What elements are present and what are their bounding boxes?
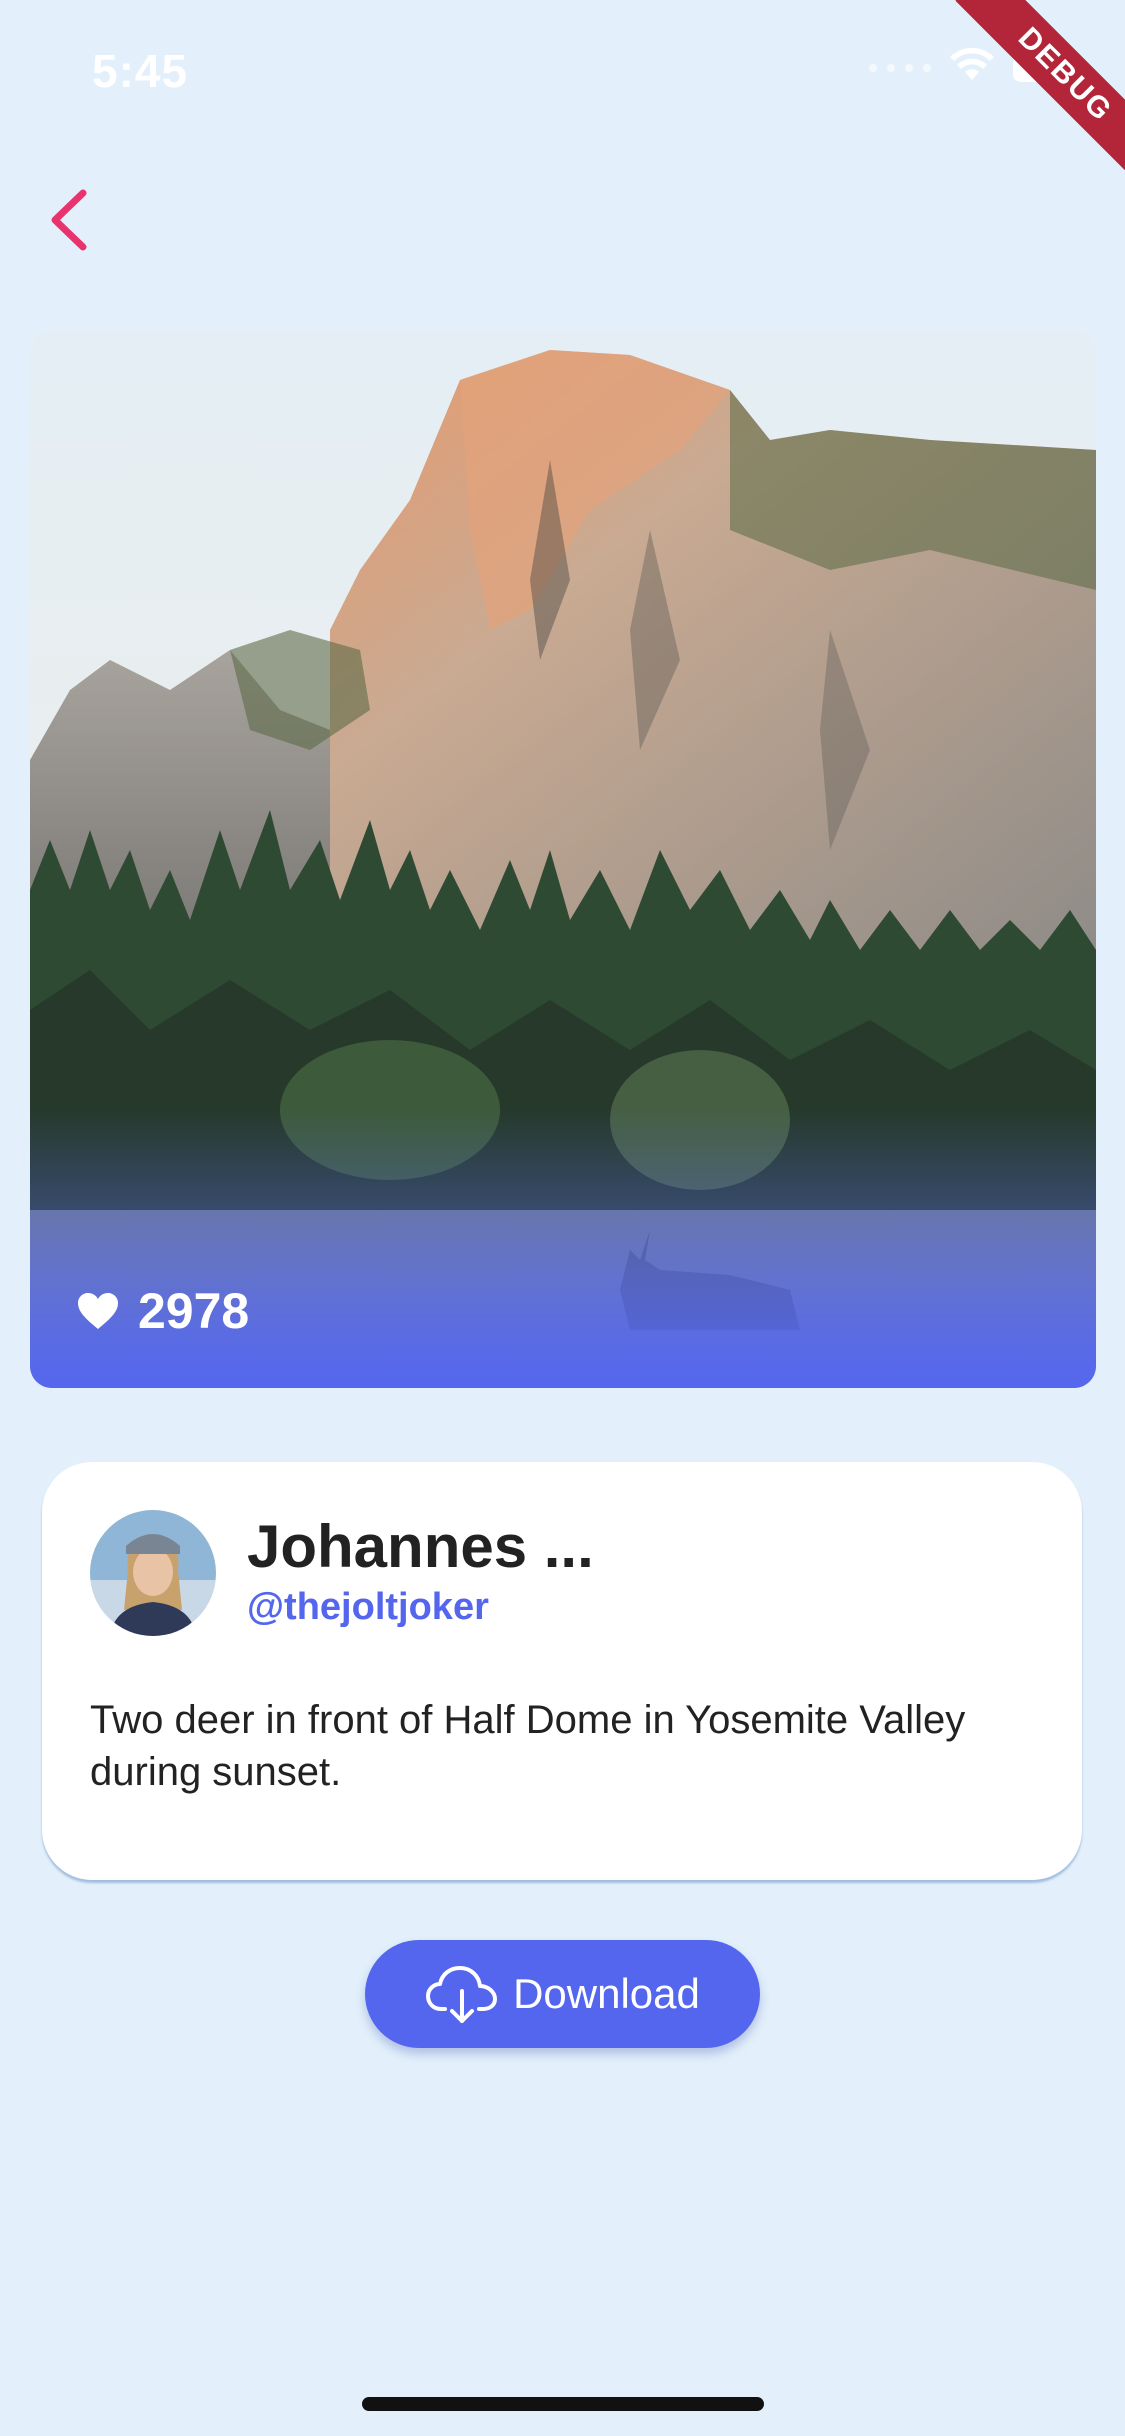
photo-overlay (30, 1108, 1096, 1388)
status-icons (869, 47, 1078, 87)
photo-card[interactable]: 2978 (30, 330, 1096, 1388)
signal-icon (869, 63, 931, 72)
photo-description: Two deer in front of Half Dome in Yosemi… (90, 1698, 966, 1794)
likes-count: 2978 (138, 1283, 250, 1339)
chevron-left-icon (51, 189, 87, 251)
author-handle[interactable]: @thejoltjoker (247, 1586, 489, 1629)
wifi-icon (949, 47, 995, 87)
battery-icon (1013, 53, 1078, 82)
likes[interactable]: 2978 (76, 1282, 249, 1340)
cloud-download-icon (426, 1966, 498, 2023)
author-avatar-image (90, 1510, 216, 1636)
heart-icon (78, 1293, 118, 1329)
author-name[interactable]: Johannes ... (247, 1512, 594, 1581)
avatar[interactable] (90, 1510, 216, 1636)
back-button[interactable] (40, 180, 100, 260)
home-indicator[interactable] (362, 2397, 764, 2411)
status-time: 5:45 (92, 45, 189, 97)
info-card: Johannes ... @thejoltjoker Two deer in f… (42, 1462, 1082, 1880)
download-label: Download (513, 1970, 700, 2017)
download-button[interactable]: Download (365, 1940, 760, 2048)
